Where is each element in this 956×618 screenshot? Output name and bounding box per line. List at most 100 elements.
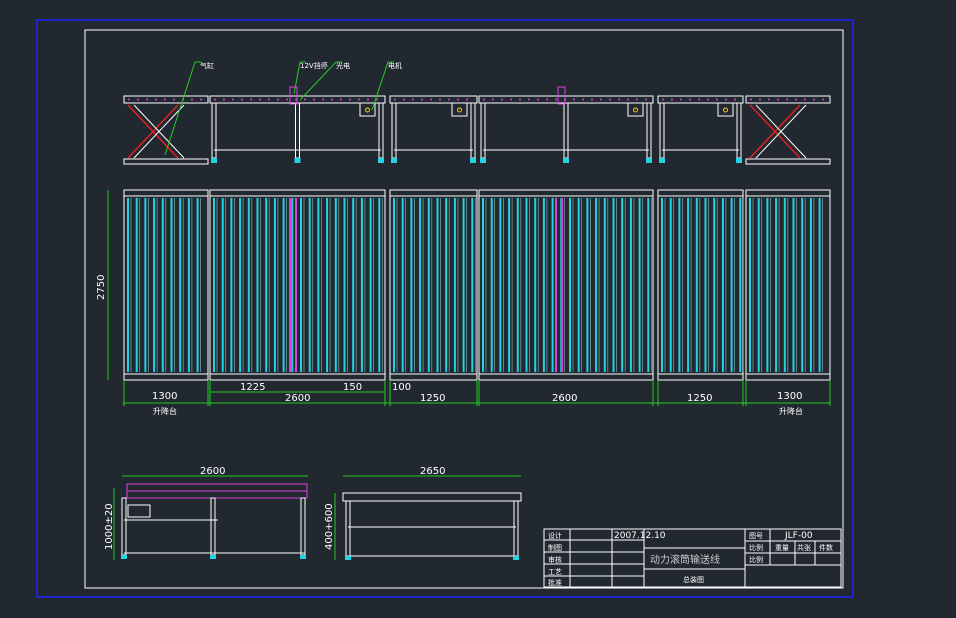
roller-end <box>146 98 148 101</box>
foot <box>646 158 652 163</box>
roller-end <box>128 98 130 101</box>
callout-label: 气缸 <box>200 61 214 70</box>
dim-sub: 100 <box>392 382 411 393</box>
callout-label: 电机 <box>388 61 402 70</box>
foot <box>563 158 569 163</box>
roller-end <box>358 98 360 101</box>
roller-end <box>403 98 405 101</box>
roller-end <box>492 98 494 101</box>
dim-side-right-height: 400+600 <box>324 503 335 550</box>
roller-end <box>734 98 736 101</box>
roller-end <box>412 98 414 101</box>
roller-end <box>804 98 806 101</box>
tb-scale-label2: 比例 <box>749 555 763 564</box>
side-views <box>113 475 522 560</box>
roller-end <box>331 98 333 101</box>
roller-end <box>340 98 342 101</box>
roller-end <box>268 98 270 101</box>
roller-end <box>137 98 139 101</box>
roller-end <box>164 98 166 101</box>
roller-end <box>214 98 216 101</box>
roller-end <box>759 98 761 101</box>
roller-end <box>707 98 709 101</box>
dim-seg: 1250 <box>420 393 445 404</box>
roller-end <box>448 98 450 101</box>
tb-qty-label: 件数 <box>819 543 833 552</box>
lift-label: 升降台 <box>779 406 803 416</box>
roller-end <box>501 98 503 101</box>
dim-seg: 2600 <box>285 393 310 404</box>
roller-end <box>777 98 779 101</box>
conveyor-frame <box>209 189 386 381</box>
roller-end <box>600 98 602 101</box>
roller-end <box>645 98 647 101</box>
motor-shaft <box>633 107 638 113</box>
motor-shaft <box>365 107 370 113</box>
motor <box>627 102 644 117</box>
tb-row: 批准 <box>548 578 562 587</box>
cad-drawing: 设计 制图 审核 工艺 批准 2007.12.10 动力滚筒输送线 总装图 图号… <box>36 19 854 598</box>
leg <box>345 500 351 557</box>
roller-end <box>466 98 468 101</box>
foot <box>736 158 742 163</box>
lift-label: 升降台 <box>153 406 177 416</box>
motor <box>717 102 734 117</box>
tb-weight-label: 重量 <box>775 544 789 552</box>
roller-end <box>250 98 252 101</box>
roller-end <box>636 98 638 101</box>
roller-end <box>223 98 225 101</box>
plan-view <box>123 189 831 381</box>
roller-end <box>519 98 521 101</box>
roller-end <box>322 98 324 101</box>
roller-end <box>795 98 797 101</box>
leg <box>210 497 216 556</box>
roller-end <box>698 98 700 101</box>
dim-sub: 1225 <box>240 382 265 393</box>
roller-end <box>609 98 611 101</box>
tb-row: 审核 <box>548 555 562 564</box>
roller-end <box>277 98 279 101</box>
leg <box>121 497 127 556</box>
tb-drawing-no: JLF-00 <box>784 531 813 541</box>
tb-row: 设计 <box>548 531 562 540</box>
roller-end <box>394 98 396 101</box>
callout-label: 12V挡停 <box>300 61 328 70</box>
roller-end <box>304 98 306 101</box>
roller-end <box>528 98 530 101</box>
roller-end <box>430 98 432 101</box>
roller-end <box>786 98 788 101</box>
foot <box>391 158 397 163</box>
foot <box>294 158 301 163</box>
roller-end <box>259 98 261 101</box>
roller-end <box>483 98 485 101</box>
roller-end <box>627 98 629 101</box>
roller-end <box>349 98 351 101</box>
roller-end <box>367 98 369 101</box>
tb-date: 2007.12.10 <box>614 531 666 541</box>
callout-leader <box>164 61 201 156</box>
roller-end <box>191 98 193 101</box>
roller-end <box>768 98 770 101</box>
dim-seg: 1300 <box>777 391 802 402</box>
foot <box>659 158 665 163</box>
foot <box>210 555 216 559</box>
motor <box>127 504 151 518</box>
motor-shaft <box>457 107 462 113</box>
lift-base <box>123 158 209 165</box>
foot <box>378 158 384 163</box>
dim-sub: 150 <box>343 382 362 393</box>
roller-end <box>241 98 243 101</box>
roller-end <box>582 98 584 101</box>
dim-width: 2750 <box>96 275 107 300</box>
roller-end <box>725 98 727 101</box>
dim-seg: 1300 <box>152 391 177 402</box>
dim-side-left-height: 1000±20 <box>104 503 115 550</box>
lift-base <box>745 158 831 165</box>
foot <box>480 158 486 163</box>
motor <box>359 102 376 117</box>
foot <box>513 556 519 560</box>
tb-title: 动力滚筒输送线 <box>650 553 720 566</box>
conveyor-top <box>342 492 522 502</box>
foot <box>300 555 306 559</box>
roller-end <box>173 98 175 101</box>
